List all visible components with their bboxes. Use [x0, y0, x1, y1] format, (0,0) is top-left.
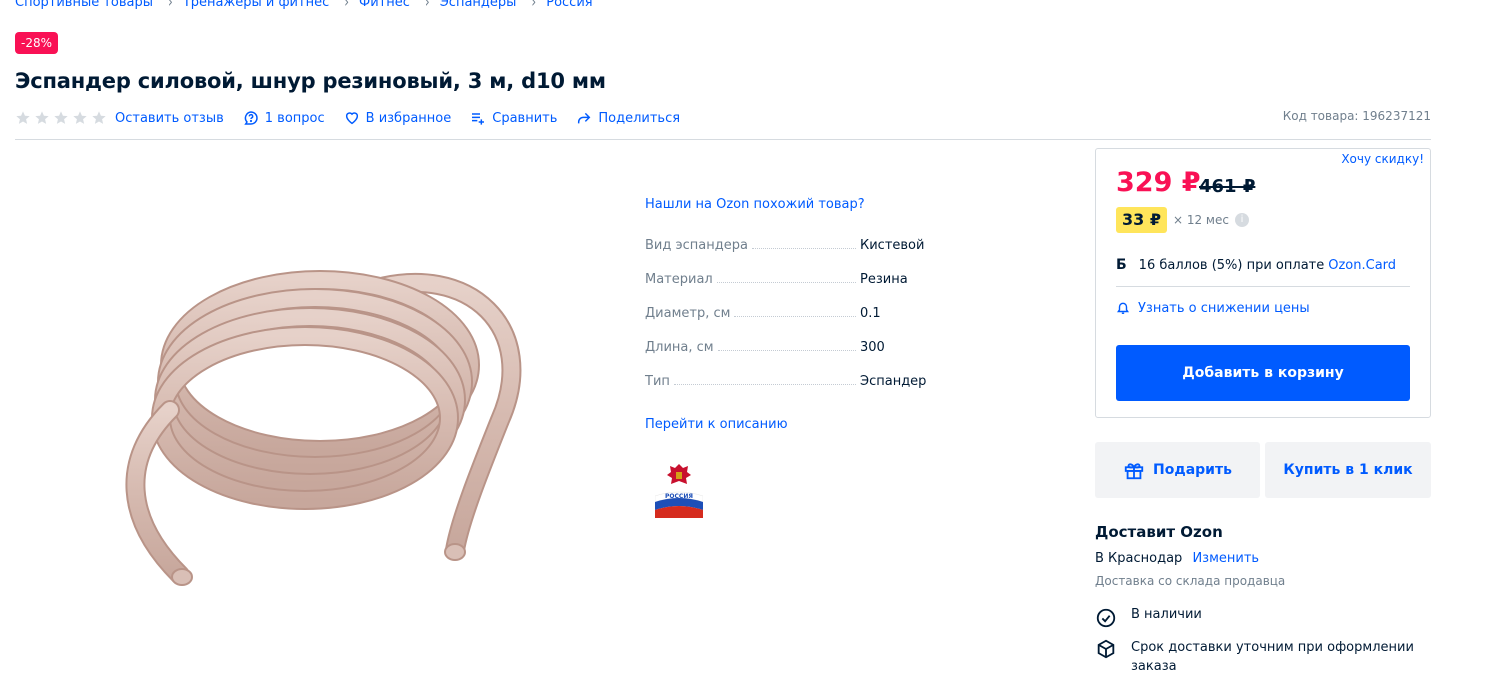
- spec-key-text: Материал: [645, 272, 713, 287]
- breadcrumb: Спортивные товары › Тренажеры и фитнес ›…: [15, 0, 593, 11]
- change-city-link[interactable]: Изменить: [1192, 551, 1259, 566]
- check-circle-icon: [1096, 608, 1116, 628]
- share-link[interactable]: Поделиться: [576, 110, 680, 126]
- spec-key: Диаметр, см: [645, 306, 860, 321]
- ozon-points-icon: Б: [1116, 257, 1127, 273]
- product-sku: Код товара: 196237121: [1282, 109, 1431, 123]
- star-icon: [54, 111, 68, 124]
- header-divider: [15, 139, 1431, 140]
- compare-label: Сравнить: [492, 110, 558, 126]
- favorite-label: В избранное: [365, 110, 452, 126]
- installment-offer[interactable]: 33 ₽ × 12 мес i: [1116, 207, 1249, 233]
- star-icon: [92, 111, 106, 124]
- spec-dots: [717, 340, 856, 351]
- gift-button[interactable]: Подарить: [1095, 442, 1260, 498]
- specs-list: Вид эспандера Кистевой Материал Резина Д…: [645, 238, 985, 408]
- chevron-right-icon: ›: [424, 0, 430, 12]
- spec-dots: [716, 272, 856, 283]
- card-divider: [1116, 286, 1410, 287]
- delivery-term-label: Срок доставки уточним при оформлении зак…: [1131, 640, 1414, 674]
- spec-value: Резина: [860, 272, 908, 287]
- bell-icon: [1117, 302, 1129, 314]
- breadcrumb-item-sports[interactable]: Спортивные товары: [15, 0, 153, 10]
- spec-value: 0.1: [860, 306, 881, 321]
- gift-icon: [1124, 463, 1144, 480]
- breadcrumb-item-trainers[interactable]: Тренажеры и фитнес: [183, 0, 329, 10]
- in-stock-row: В наличии: [1095, 607, 1202, 629]
- spec-value: Кистевой: [860, 238, 925, 253]
- in-stock-label: В наличии: [1131, 607, 1202, 622]
- price-alert-label: Узнать о снижении цены: [1138, 300, 1310, 316]
- spec-value: 300: [860, 340, 885, 355]
- spec-key-text: Тип: [645, 374, 670, 389]
- star-icon: [16, 111, 30, 124]
- spec-key: Материал: [645, 272, 860, 287]
- chevron-right-icon: ›: [531, 0, 537, 12]
- share-label: Поделиться: [598, 110, 681, 126]
- delivery-source: Доставка со склада продавца: [1095, 574, 1286, 588]
- heart-icon: [345, 112, 358, 125]
- gift-button-label: Подарить: [1153, 462, 1232, 478]
- spec-key-text: Длина, см: [645, 340, 714, 355]
- spec-key-text: Диаметр, см: [645, 306, 731, 321]
- page-title: Эспандер силовой, шнур резиновый, 3 м, d…: [15, 69, 606, 93]
- leave-review-label: Оставить отзыв: [115, 110, 224, 126]
- leave-review-link[interactable]: Оставить отзыв: [115, 111, 224, 126]
- made-in-russia-badge[interactable]: РОССИЯ: [655, 458, 703, 518]
- share-icon: [578, 112, 591, 124]
- product-image[interactable]: [100, 220, 540, 610]
- spec-row: Тип Эспандер: [645, 374, 985, 408]
- discount-badge: -28%: [15, 32, 59, 54]
- ozon-card-link[interactable]: Ozon.Card: [1328, 258, 1396, 273]
- compare-icon: [472, 113, 485, 125]
- chevron-right-icon: ›: [168, 0, 173, 12]
- buy-one-click-label: Купить в 1 клик: [1283, 462, 1413, 478]
- want-discount-link[interactable]: Хочу скидку!: [1341, 152, 1424, 166]
- breadcrumb-item-fitness[interactable]: Фитнес: [359, 0, 410, 10]
- info-icon[interactable]: i: [1234, 213, 1249, 227]
- spec-row: Длина, см 300: [645, 340, 985, 374]
- star-icon: [35, 111, 49, 124]
- breadcrumb-item-russia[interactable]: Россия: [546, 0, 592, 10]
- installment-term: × 12 мес: [1172, 213, 1229, 227]
- delivery-city: В Краснодар: [1095, 551, 1183, 566]
- spec-row: Диаметр, см 0.1: [645, 306, 985, 340]
- spec-value: Эспандер: [860, 374, 927, 389]
- spec-dots: [734, 306, 856, 317]
- spec-key: Тип: [645, 374, 860, 389]
- chevron-right-icon: ›: [344, 0, 350, 12]
- spec-row: Материал Резина: [645, 272, 985, 306]
- go-to-description-link[interactable]: Перейти к описанию: [645, 417, 788, 432]
- old-price: 461 ₽: [1199, 176, 1256, 197]
- breadcrumb-item-expanders[interactable]: Эспандеры: [440, 0, 517, 10]
- current-price: 329 ₽: [1116, 167, 1201, 198]
- origin-badge-label: РОССИЯ: [665, 493, 693, 500]
- similar-product-link[interactable]: Нашли на Ozon похожий товар?: [645, 197, 865, 212]
- add-to-favorites-link[interactable]: В избранное: [344, 110, 452, 126]
- delivery-title: Доставит Ozon: [1095, 523, 1223, 541]
- installment-price: 33 ₽: [1116, 207, 1167, 233]
- spec-key: Длина, см: [645, 340, 860, 355]
- delivery-city-row: В Краснодар Изменить: [1095, 551, 1259, 566]
- bonus-text: 16 баллов (5%) при оплате: [1138, 257, 1325, 273]
- spec-row: Вид эспандера Кистевой: [645, 238, 985, 272]
- box-icon: [1097, 639, 1115, 659]
- bonus-row: Б 16 баллов (5%) при оплате Ozon.Card: [1116, 257, 1396, 273]
- delivery-term-row: Срок доставки уточним при оформлении зак…: [1095, 638, 1421, 676]
- spec-dots: [751, 238, 856, 249]
- spec-key: Вид эспандера: [645, 238, 860, 253]
- compare-link[interactable]: Сравнить: [470, 110, 557, 126]
- star-icon: [73, 111, 87, 124]
- buy-one-click-button[interactable]: Купить в 1 клик: [1265, 442, 1431, 498]
- questions-link[interactable]: 1 вопрос: [243, 110, 325, 126]
- questions-label: 1 вопрос: [264, 110, 325, 126]
- question-icon: [244, 111, 258, 125]
- spec-key-text: Вид эспандера: [645, 238, 748, 253]
- price-card: Хочу скидку! 329 ₽ 461 ₽ 33 ₽ × 12 мес i…: [1095, 148, 1431, 418]
- product-actions: Оставить отзыв 1 вопрос В избранное Срав…: [15, 107, 699, 129]
- rating-stars[interactable]: [15, 110, 107, 126]
- add-to-cart-button[interactable]: Добавить в корзину: [1116, 345, 1410, 401]
- price-drop-alert-link[interactable]: Узнать о снижении цены: [1116, 300, 1310, 316]
- spec-dots: [673, 374, 856, 385]
